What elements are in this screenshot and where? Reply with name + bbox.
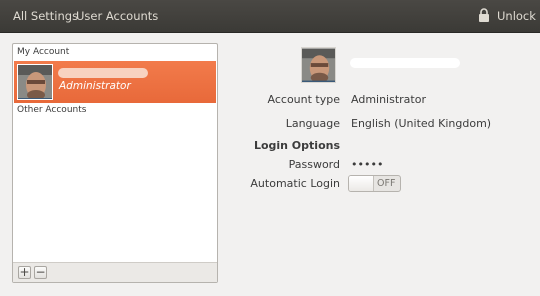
account-list-panel: My Account Administrator Other Accounts … [12, 43, 218, 283]
other-accounts-header: Other Accounts [17, 105, 87, 115]
title-bar: All Settings User Accounts Unlock [0, 0, 540, 33]
account-type-label: Account type [267, 93, 340, 106]
remove-user-button[interactable]: − [34, 266, 47, 279]
avatar [17, 64, 53, 100]
account-row-selected[interactable]: Administrator [14, 61, 216, 103]
redacted-username [58, 68, 148, 78]
unlock-button[interactable]: Unlock [497, 9, 536, 23]
all-settings-button[interactable]: All Settings [13, 9, 78, 23]
account-avatar-button[interactable] [301, 47, 336, 83]
login-options-heading: Login Options [253, 139, 340, 152]
account-type-value[interactable]: Administrator [351, 93, 426, 106]
redacted-fullname[interactable] [350, 58, 460, 68]
toggle-knob[interactable] [349, 176, 374, 191]
language-label: Language [285, 117, 340, 130]
password-label: Password [288, 158, 340, 171]
automatic-login-toggle[interactable]: OFF [348, 175, 401, 192]
account-role-label: Administrator [59, 80, 131, 92]
language-value[interactable]: English (United Kingdom) [351, 117, 491, 130]
account-list-toolbar: + − [13, 262, 217, 282]
my-account-header: My Account [17, 47, 70, 57]
toggle-state-label: OFF [377, 178, 396, 189]
user-accounts-breadcrumb[interactable]: User Accounts [76, 9, 158, 23]
password-value[interactable]: ••••• [351, 158, 383, 171]
lock-icon[interactable] [478, 8, 490, 22]
add-user-button[interactable]: + [18, 266, 31, 279]
automatic-login-label: Automatic Login [250, 177, 340, 190]
